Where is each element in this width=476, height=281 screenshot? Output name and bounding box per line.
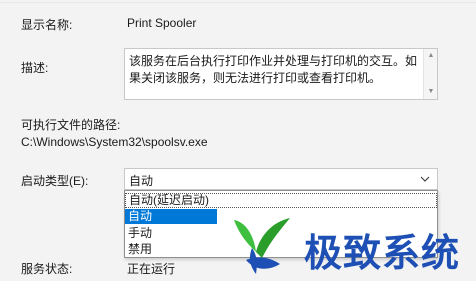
service-status-label: 服务状态:	[21, 262, 73, 276]
description-scrollbar[interactable]: ▲ ▼	[423, 49, 437, 99]
option-auto[interactable]: 自动	[125, 209, 217, 224]
startup-type-value: 自动	[129, 174, 154, 188]
chevron-down-icon[interactable]	[419, 172, 431, 186]
option-disabled[interactable]: 禁用	[125, 242, 217, 257]
watermark: 极致系统	[218, 210, 476, 281]
display-name-label: 显示名称:	[21, 18, 73, 32]
scroll-up-icon[interactable]: ▲	[424, 50, 437, 62]
watermark-logo-icon	[234, 218, 290, 274]
watermark-text: 极致系统	[304, 231, 461, 275]
display-name-value: Print Spooler	[127, 16, 197, 30]
executable-path-label: 可执行文件的路径:	[21, 118, 121, 132]
description-label: 描述:	[21, 61, 49, 75]
startup-type-label: 启动类型(E):	[21, 174, 89, 188]
description-box[interactable]: 该服务在后台执行打印作业并处理与打印机的交互。如果关闭该服务，则无法进行打印或查…	[124, 48, 438, 100]
executable-path-value: C:\Windows\System32\spoolsv.exe	[21, 135, 208, 149]
description-text: 该服务在后台执行打印作业并处理与打印机的交互。如果关闭该服务，则无法进行打印或查…	[129, 54, 418, 85]
option-auto-delayed[interactable]: 自动(延迟启动)	[125, 193, 437, 208]
option-manual[interactable]: 手动	[125, 226, 217, 241]
scroll-down-icon[interactable]: ▼	[424, 86, 437, 98]
service-status-value: 正在运行	[127, 262, 176, 276]
top-divider	[0, 2, 476, 3]
startup-type-select[interactable]: 自动	[124, 168, 438, 190]
